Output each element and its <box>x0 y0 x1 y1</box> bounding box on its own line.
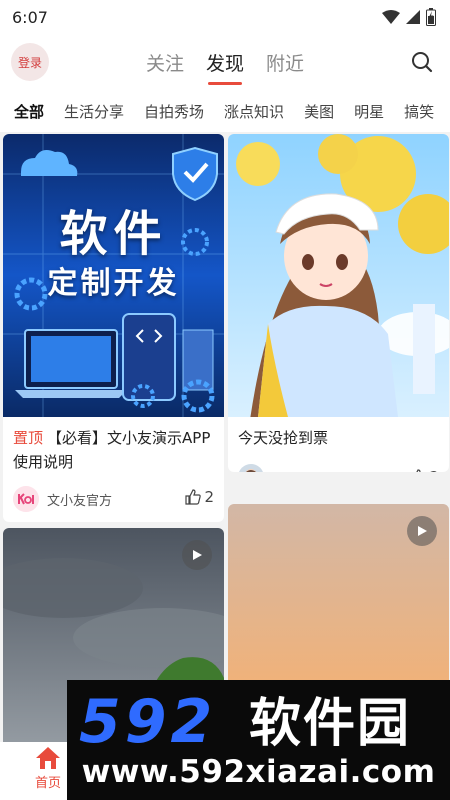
nav-home-label: 首页 <box>34 776 61 791</box>
play-icon <box>418 526 427 536</box>
search-button[interactable] <box>408 48 436 76</box>
thumbs-up-icon <box>185 489 202 505</box>
category-selfie[interactable]: 自拍秀场 <box>144 101 204 122</box>
author-name: 罗隐 <box>272 468 298 473</box>
search-icon <box>412 52 433 73</box>
author-avatar <box>238 464 264 472</box>
wifi-icon <box>382 10 400 24</box>
category-life-sharing[interactable]: 生活分享 <box>64 101 124 122</box>
author-avatar <box>13 486 39 512</box>
category-celebrity[interactable]: 明星 <box>354 101 384 122</box>
pinned-badge: 置顶 <box>13 429 44 447</box>
poster-title-line1: 软件 <box>59 206 168 262</box>
like-button[interactable]: 2 <box>185 488 214 506</box>
app-screen: 6:07 登录 关注 发现 附近 全部 生活分享 自拍秀场 涨点知识 美图 明星… <box>0 0 450 800</box>
video-play-button[interactable] <box>407 516 437 546</box>
watermark-logo-text: 软件园 <box>249 694 411 750</box>
tab-discover[interactable]: 发现 <box>204 49 246 76</box>
post-card-software[interactable]: 软件 定制开发 置顶 【必看】文小友演示APP使用说明 文小友官方 2 <box>3 134 224 522</box>
category-funny[interactable]: 搞笑 <box>404 101 434 122</box>
category-tabs: 全部 生活分享 自拍秀场 涨点知识 美图 明星 搞笑 <box>0 90 450 132</box>
category-all[interactable]: 全部 <box>14 101 44 122</box>
tab-nearby[interactable]: 附近 <box>264 49 306 76</box>
like-count: 2 <box>429 468 439 472</box>
post-author[interactable]: 罗隐 <box>238 464 298 472</box>
top-header: 登录 关注 发现 附近 <box>0 34 450 90</box>
tab-following[interactable]: 关注 <box>144 49 186 76</box>
post-image-anime-girl <box>228 134 449 417</box>
video-play-button[interactable] <box>182 540 212 570</box>
like-count: 2 <box>204 488 214 506</box>
thumbs-up-icon <box>416 469 422 472</box>
watermark-url: www.592xiazai.com <box>81 754 436 790</box>
watermark-logo-digits: 592 <box>79 688 216 750</box>
status-bar: 6:07 <box>0 0 450 34</box>
category-pictures[interactable]: 美图 <box>304 101 334 122</box>
poster-title-line2: 定制开发 <box>47 266 180 301</box>
post-title: 置顶 【必看】文小友演示APP使用说明 <box>13 426 214 474</box>
author-name: 文小友官方 <box>47 493 113 509</box>
category-knowledge[interactable]: 涨点知识 <box>224 101 284 122</box>
battery-icon <box>426 8 436 26</box>
kobi-logo-icon <box>13 486 39 512</box>
status-time: 6:07 <box>12 7 48 27</box>
status-icons <box>382 8 436 26</box>
post-card-anime[interactable]: 今天没抢到票 罗隐 2 <box>228 134 449 472</box>
site-watermark: 592 软件园 www.592xiazai.com <box>67 680 450 800</box>
like-button[interactable]: 2 <box>410 468 439 472</box>
top-tabs: 关注 发现 附近 <box>0 34 450 90</box>
post-author[interactable]: 文小友官方 <box>13 486 112 512</box>
avatar-image-icon <box>239 464 263 472</box>
play-icon <box>193 550 202 560</box>
watermark-logo: 592 软件园 <box>79 688 411 750</box>
home-icon <box>36 747 60 769</box>
post-title: 今天没抢到票 <box>238 429 329 447</box>
signal-icon <box>406 10 420 24</box>
